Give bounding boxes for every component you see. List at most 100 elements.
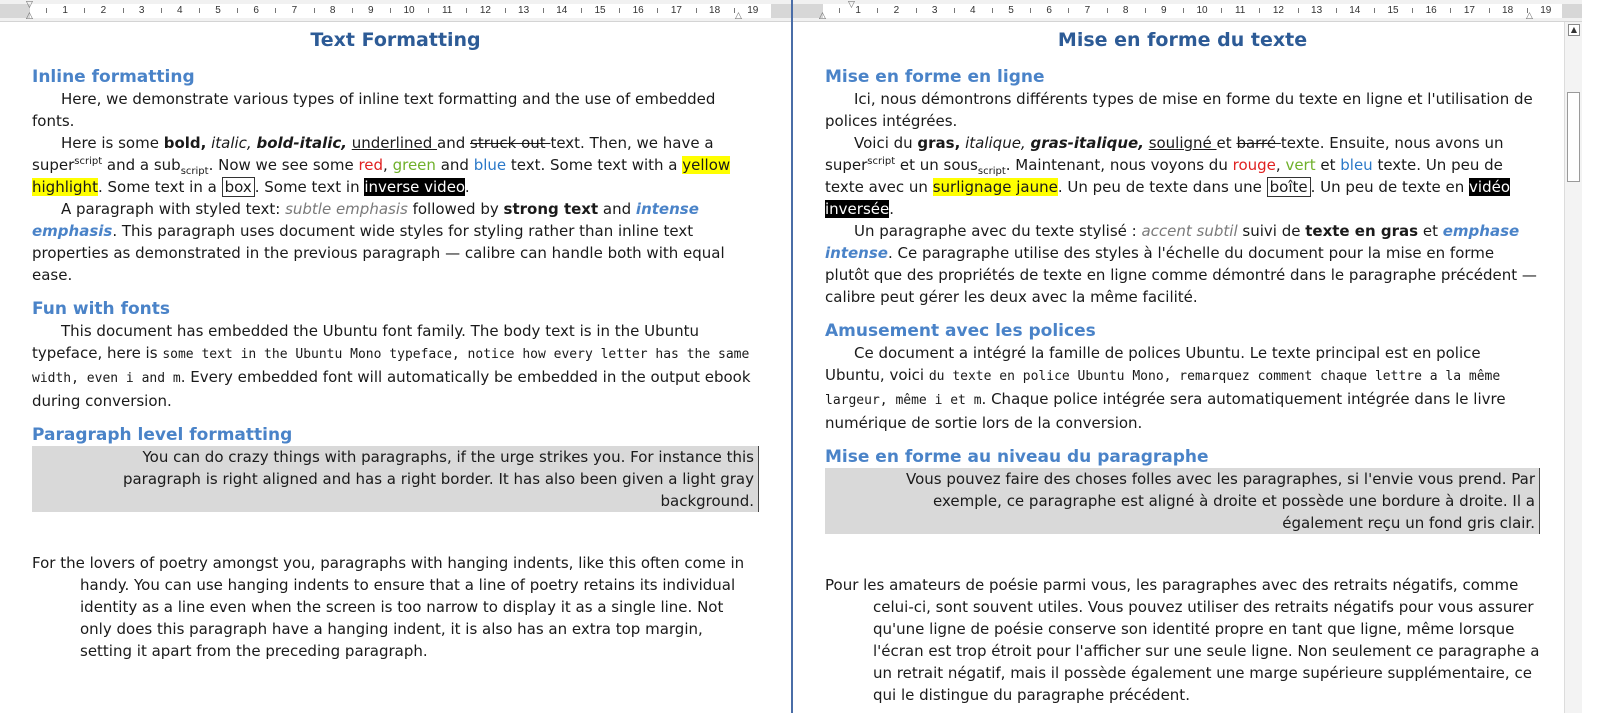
ruler-tick-label: 11 bbox=[1234, 5, 1246, 16]
ruler-tick-label: 9 bbox=[368, 5, 374, 16]
ruler-tick-label: 13 bbox=[518, 5, 530, 16]
ruler-half-tick bbox=[580, 8, 582, 13]
first-line-indent-marker-icon[interactable]: ▽ bbox=[848, 1, 855, 10]
subscript-text: script bbox=[977, 166, 1006, 177]
blue-text: bleu bbox=[1340, 156, 1373, 174]
ruler-half-tick bbox=[237, 8, 239, 13]
ruler-tick-label: 15 bbox=[1387, 5, 1399, 16]
ruler-half-tick bbox=[619, 8, 621, 13]
ruler-half-tick bbox=[1106, 8, 1108, 13]
ruler-half-tick bbox=[1450, 8, 1452, 13]
ruler-tick-label: 5 bbox=[1008, 5, 1014, 16]
left-document-pane: ▽ △ △ 1 2 3 4 5 6 7 8 9 10 11 12 13 14 15 16 17 18 19 Text… bbox=[0, 0, 791, 713]
ruler-tick-label: 6 bbox=[1046, 5, 1052, 16]
subtle-emphasis-text: subtle emphasis bbox=[285, 200, 408, 218]
green-text: vert bbox=[1285, 156, 1316, 174]
superscript-text: script bbox=[867, 156, 896, 167]
right-indent-marker-icon[interactable]: △ bbox=[735, 12, 742, 21]
paragraph-fonts: This document has embedded the Ubuntu fo… bbox=[32, 322, 751, 410]
paragraph-styled-text: A paragraph with styled text: subtle emp… bbox=[32, 200, 725, 284]
ruler-tick-label: 12 bbox=[1272, 5, 1284, 16]
left-indent-marker-icon[interactable]: △ bbox=[819, 12, 826, 21]
document-body[interactable]: Text Formatting Inline formatting Here, … bbox=[0, 22, 791, 713]
right-document-pane: ▽ △ △ 1 2 3 4 5 6 7 8 9 10 11 12 13 14 15 16 17 18 19 Mise… bbox=[793, 0, 1582, 713]
underlined-text: souligné bbox=[1148, 134, 1217, 152]
green-text: green bbox=[392, 156, 436, 174]
ruler-half-tick bbox=[1221, 8, 1223, 13]
ruler-tick-label: 3 bbox=[138, 5, 145, 16]
ruler-half-tick bbox=[1144, 8, 1146, 13]
ruler-tick-label: 8 bbox=[329, 5, 336, 16]
ruler-tick-label: 19 bbox=[747, 5, 759, 16]
red-text: rouge bbox=[1232, 156, 1276, 174]
ruler-tick-label: 18 bbox=[709, 5, 721, 16]
ruler-half-tick bbox=[504, 8, 506, 13]
ruler-half-tick bbox=[1068, 8, 1070, 13]
paragraph-hanging-indent: Pour les amateurs de poésie parmi vous, … bbox=[825, 576, 1540, 704]
paragraph-intro: Ici, nous démontrons différents types de… bbox=[825, 90, 1533, 130]
heading-fun-with-fonts: Amusement avec les polices bbox=[825, 321, 1096, 341]
ruler-half-tick bbox=[1412, 8, 1414, 13]
paragraph-right-aligned: Vous pouvez faire des choses folles avec… bbox=[825, 468, 1540, 534]
ruler-half-tick bbox=[915, 8, 917, 13]
ruler-tick-label: 1 bbox=[855, 5, 861, 16]
ruler-half-tick bbox=[991, 8, 993, 13]
first-line-indent-marker-icon[interactable]: ▽ bbox=[26, 1, 33, 10]
ruler-half-tick bbox=[313, 8, 315, 13]
ruler-half-tick bbox=[733, 8, 735, 13]
bold-italic-text: bold-italic, bbox=[256, 134, 347, 152]
ruler-half-tick bbox=[428, 8, 430, 13]
paragraph-hanging-indent: For the lovers of poetry amongst you, pa… bbox=[32, 554, 745, 660]
right-indent-marker-icon[interactable]: △ bbox=[1526, 12, 1533, 21]
ruler-tick-label: 17 bbox=[670, 5, 682, 16]
ruler-tick-label: 10 bbox=[1196, 5, 1208, 16]
ruler-half-tick bbox=[1373, 8, 1375, 13]
ruler-half-tick bbox=[46, 8, 48, 13]
horizontal-ruler[interactable]: ▽ △ △ 1 2 3 4 5 6 7 8 9 10 11 12 13 14 15 16 17 18 19 bbox=[793, 0, 1582, 22]
ruler-tick-label: 18 bbox=[1502, 5, 1514, 16]
ruler-tick-label: 8 bbox=[1122, 5, 1129, 16]
ruler-half-tick bbox=[351, 8, 353, 13]
left-indent-marker-icon[interactable]: △ bbox=[26, 12, 33, 21]
ruler-half-tick bbox=[1182, 8, 1184, 13]
document-body[interactable]: Mise en forme du texte Mise en forme en … bbox=[793, 22, 1564, 713]
ruler-tick-label: 14 bbox=[556, 5, 568, 16]
bold-text: bold, bbox=[163, 134, 207, 152]
subtle-emphasis-text: accent subtil bbox=[1141, 222, 1238, 240]
ruler-tick-label: 19 bbox=[1540, 5, 1552, 16]
ruler-half-tick bbox=[466, 8, 468, 13]
ruler-half-tick bbox=[160, 8, 162, 13]
strong-text: texte en gras bbox=[1305, 222, 1419, 240]
italic-text: italique, bbox=[965, 134, 1026, 152]
ruler-tick-label: 2 bbox=[893, 5, 900, 16]
boxed-text: boîte bbox=[1266, 177, 1311, 197]
ruler-tick-label: 16 bbox=[632, 5, 644, 16]
ruler-tick-label: 2 bbox=[100, 5, 107, 16]
page-title: Mise en forme du texte bbox=[1057, 29, 1308, 51]
chevron-up-icon[interactable]: ▲ bbox=[1568, 24, 1580, 36]
struck-text: struck out bbox=[470, 134, 551, 152]
ruler-half-tick bbox=[1297, 8, 1299, 13]
superscript-text: script bbox=[74, 156, 103, 167]
ruler-tick-label: 10 bbox=[403, 5, 415, 16]
italic-text: italic, bbox=[211, 134, 252, 152]
ruler-tick-label: 6 bbox=[253, 5, 259, 16]
strong-text: strong text bbox=[503, 200, 599, 218]
vertical-scrollbar[interactable]: ▲ bbox=[1564, 22, 1582, 713]
ruler-tick-label: 4 bbox=[970, 5, 976, 16]
paragraph-inline-demo: Here is some bold, italic, bold-italic, … bbox=[32, 134, 731, 197]
ruler-tick-label: 13 bbox=[1311, 5, 1323, 16]
paragraph-fonts: Ce document a intégré la famille de poli… bbox=[825, 344, 1506, 432]
scrollbar-thumb[interactable] bbox=[1567, 92, 1580, 182]
horizontal-ruler[interactable]: ▽ △ △ 1 2 3 4 5 6 7 8 9 10 11 12 13 14 15 16 17 18 19 bbox=[0, 0, 791, 22]
red-text: red bbox=[358, 156, 384, 174]
ruler-tick-label: 4 bbox=[177, 5, 183, 16]
bold-italic-text: gras-italique, bbox=[1030, 134, 1144, 152]
ruler-tick-label: 12 bbox=[479, 5, 491, 16]
ruler-half-tick bbox=[839, 8, 841, 13]
ruler-half-tick bbox=[122, 8, 124, 13]
paragraph-right-aligned: You can do crazy things with paragraphs,… bbox=[32, 446, 759, 512]
paragraph-styled-text: Un paragraphe avec du texte stylisé : ac… bbox=[825, 222, 1537, 306]
subscript-text: script bbox=[180, 166, 209, 177]
ruler-half-tick bbox=[542, 8, 544, 13]
